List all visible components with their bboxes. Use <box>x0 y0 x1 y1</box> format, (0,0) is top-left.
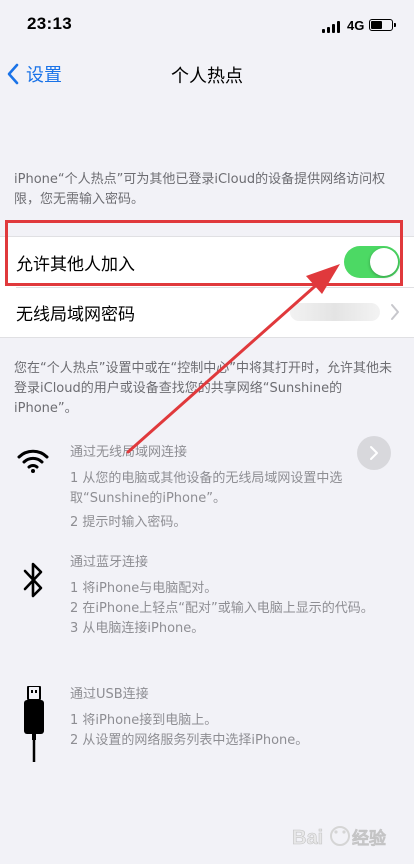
section-title: 通过蓝牙连接 <box>70 555 149 570</box>
chevron-right-icon <box>391 304 399 320</box>
section-title: 通过USB连接 <box>70 687 149 702</box>
section-step: 1 将iPhone接到电脑上。 <box>70 713 218 728</box>
section-step: 1 从您的电脑或其他设备的无线局域网设置中选取“Sunshine的iPhone”… <box>70 471 343 506</box>
usb-cable-icon <box>22 685 46 766</box>
hotspot-visibility-description: 您在“个人热点”设置中或在“控制中心”中将其打开时，允许其他未登录iCloud的… <box>14 361 392 416</box>
network-type: 4G <box>347 18 365 33</box>
battery-icon <box>369 19 396 31</box>
wifi-password-row[interactable]: 无线局域网密码 <box>0 287 414 337</box>
wifi-section: 通过无线局域网连接 1 从您的电脑或其他设备的无线局域网设置中选取“Sunshi… <box>70 443 400 533</box>
section-step: 2 在iPhone上轻点“配对”或输入电脑上显示的代码。 <box>70 601 374 616</box>
watermark-logo: Bai 经验 <box>290 818 410 858</box>
signal-icon <box>322 21 342 33</box>
section-step: 2 从设置的网络服务列表中选择iPhone。 <box>70 733 309 748</box>
wifi-password-label: 无线局域网密码 <box>16 304 135 325</box>
svg-text:Bai: Bai <box>292 827 323 849</box>
hotspot-description: iPhone“个人热点”可为其他已登录iCloud的设备提供网络访问权限，您无需… <box>14 172 386 207</box>
page-title: 个人热点 <box>171 66 243 87</box>
usb-section: 通过USB连接 1 将iPhone接到电脑上。 2 从设置的网络服务列表中选择i… <box>70 685 400 751</box>
status-bar: 23:13 4G <box>0 0 414 48</box>
wifi-icon <box>16 446 50 478</box>
svg-text:经验: 经验 <box>352 828 387 849</box>
section-step: 3 从电脑连接iPhone。 <box>70 621 205 636</box>
annotation-highlight-box <box>5 220 403 286</box>
bluetooth-section: 通过蓝牙连接 1 将iPhone与电脑配对。 2 在iPhone上轻点“配对”或… <box>70 553 400 639</box>
section-step: 2 提示时输入密码。 <box>70 515 187 530</box>
status-time: 23:13 <box>27 14 72 33</box>
bluetooth-icon <box>22 560 46 604</box>
section-step: 1 将iPhone与电脑配对。 <box>70 581 218 596</box>
section-title: 通过无线局域网连接 <box>70 445 188 460</box>
navigation-bar: 设置 个人热点 <box>0 50 414 100</box>
password-value-blurred <box>290 303 380 321</box>
